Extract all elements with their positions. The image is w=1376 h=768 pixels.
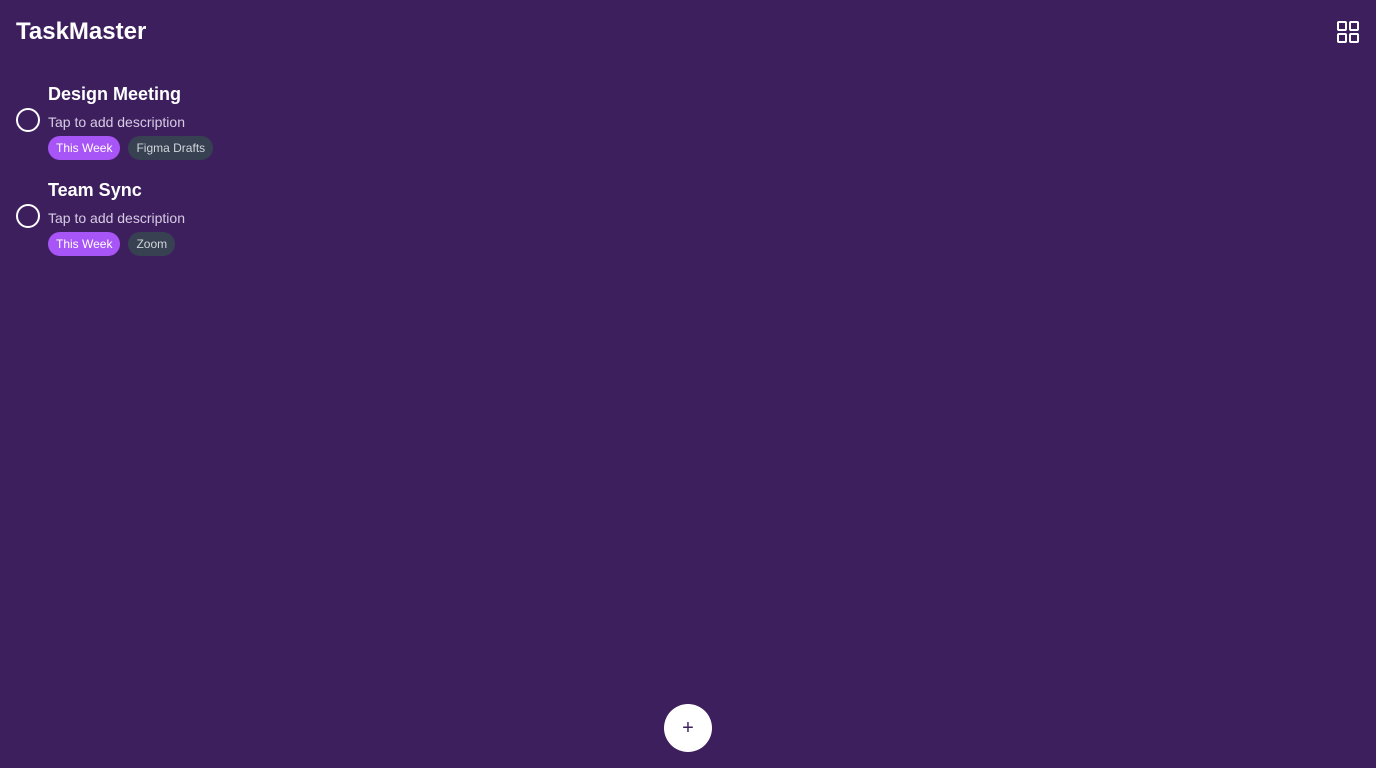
add-task-button[interactable]: + bbox=[664, 704, 712, 752]
task-list: Design Meeting Tap to add description Th… bbox=[0, 80, 1376, 272]
plus-icon: + bbox=[682, 717, 694, 739]
app-root: TaskMaster Design Meeting Tap to add des… bbox=[0, 0, 1376, 768]
task-tags: This Week Zoom bbox=[48, 232, 176, 256]
task-complete-checkbox[interactable] bbox=[16, 108, 40, 132]
task-description[interactable]: Tap to add description bbox=[48, 208, 185, 228]
tag-this-week[interactable]: This Week bbox=[48, 136, 121, 160]
tag-zoom[interactable]: Zoom bbox=[128, 232, 176, 256]
task-title[interactable]: Design Meeting bbox=[48, 82, 181, 106]
task-title[interactable]: Team Sync bbox=[48, 178, 142, 202]
tag-this-week[interactable]: This Week bbox=[48, 232, 121, 256]
grid-view-toggle[interactable] bbox=[1336, 20, 1360, 44]
task-item[interactable]: Design Meeting Tap to add description Th… bbox=[0, 80, 1376, 176]
task-complete-checkbox[interactable] bbox=[16, 204, 40, 228]
task-description[interactable]: Tap to add description bbox=[48, 112, 185, 132]
tag-figma-drafts[interactable]: Figma Drafts bbox=[128, 136, 214, 160]
app-title: TaskMaster bbox=[16, 18, 147, 45]
task-item[interactable]: Team Sync Tap to add description This We… bbox=[0, 176, 1376, 272]
task-tags: This Week Figma Drafts bbox=[48, 136, 214, 160]
grid-icon bbox=[1337, 21, 1359, 43]
